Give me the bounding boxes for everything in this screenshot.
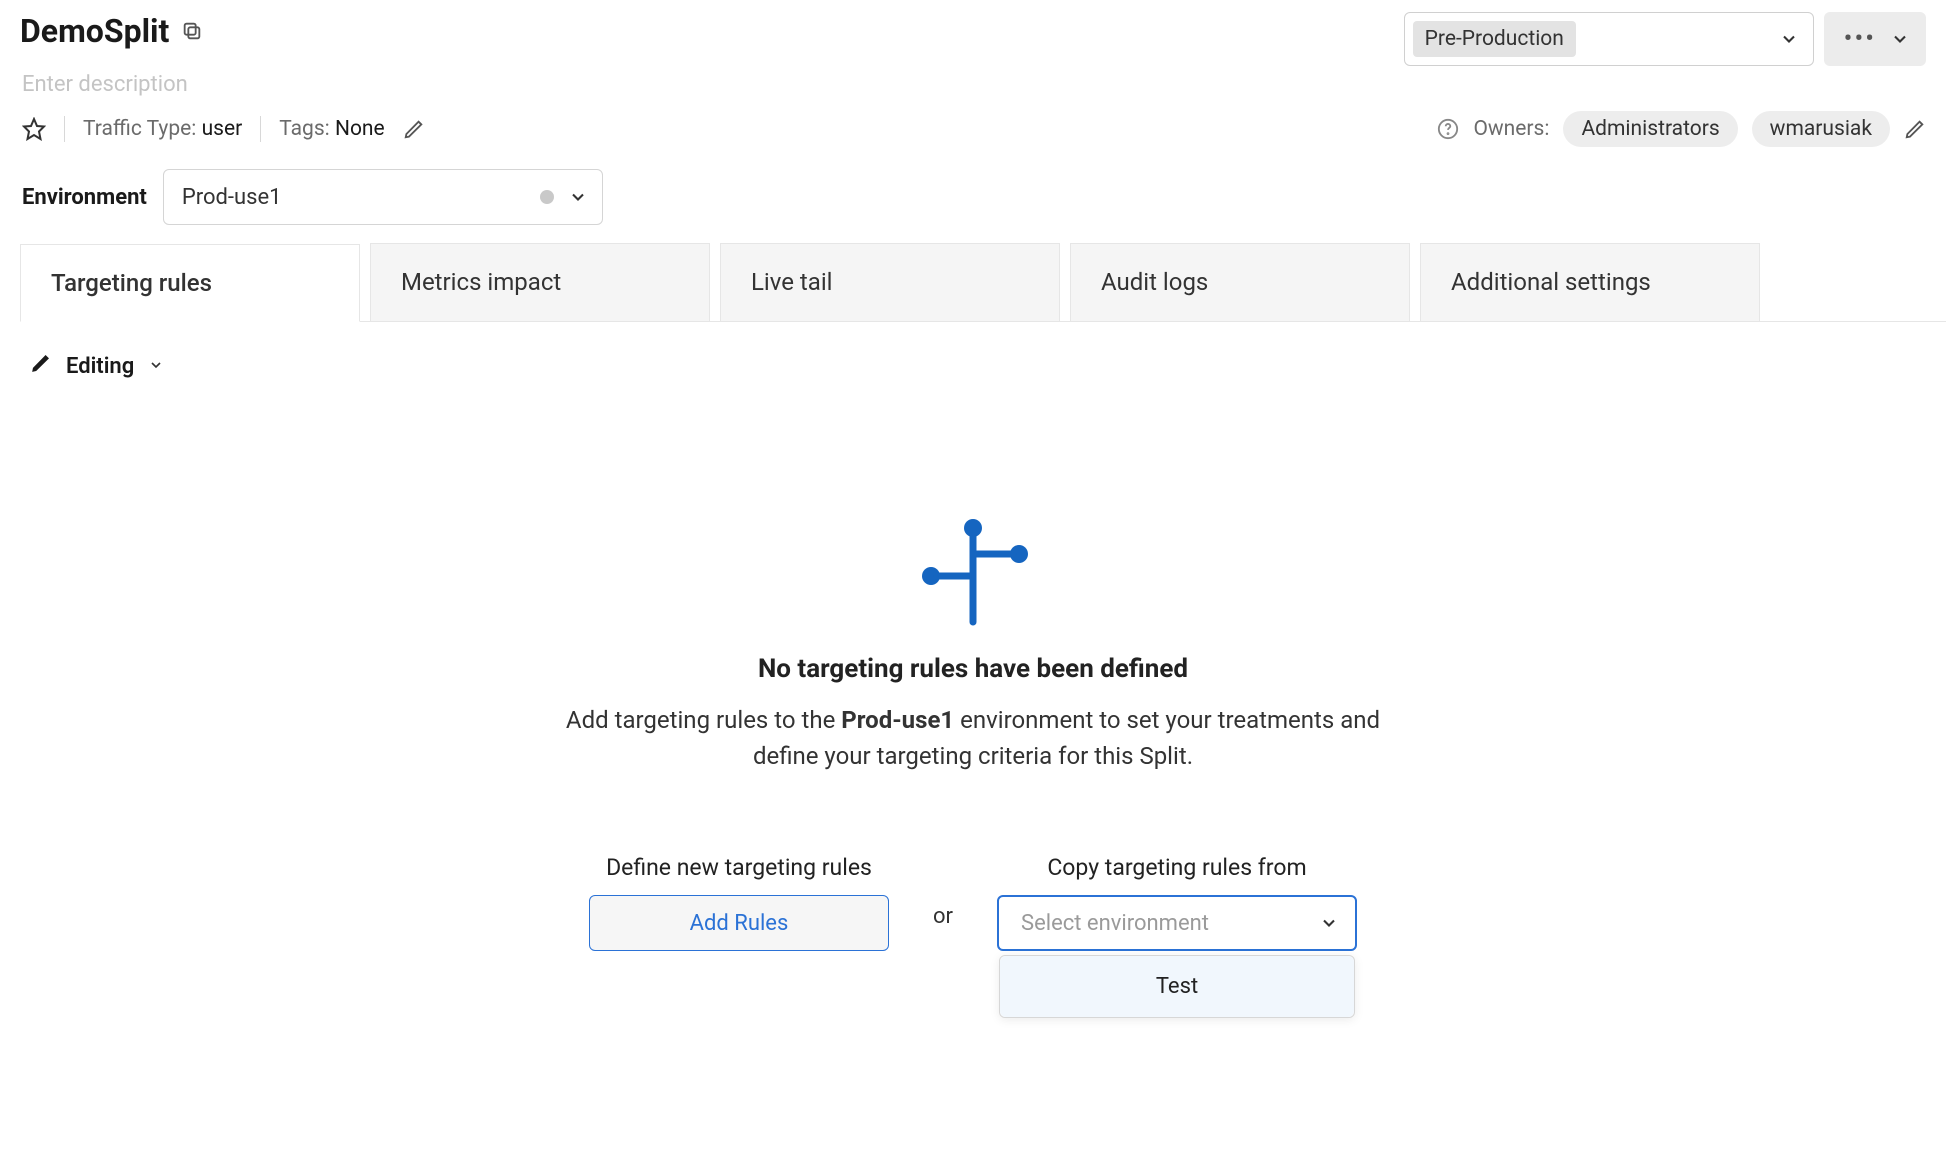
top-environment-badge: Pre-Production xyxy=(1413,21,1576,57)
dropdown-item-test[interactable]: Test xyxy=(1000,956,1354,1017)
top-environment-selector[interactable]: Pre-Production xyxy=(1404,12,1814,66)
define-rules-label: Define new targeting rules xyxy=(589,854,889,881)
chevron-down-icon xyxy=(1319,913,1339,933)
tab-targeting-rules[interactable]: Targeting rules xyxy=(20,244,360,322)
branch-icon xyxy=(913,510,1033,630)
pencil-icon[interactable] xyxy=(1904,118,1926,140)
star-icon[interactable] xyxy=(22,117,46,141)
select-environment-placeholder: Select environment xyxy=(1021,911,1209,936)
tab-metrics-impact[interactable]: Metrics impact xyxy=(370,243,710,321)
copy-rules-label: Copy targeting rules from xyxy=(997,854,1357,881)
traffic-type: Traffic Type: user xyxy=(83,117,242,141)
environment-dropdown[interactable]: Prod-use1 xyxy=(163,169,603,225)
page-title: DemoSplit xyxy=(20,12,169,50)
pencil-icon xyxy=(30,352,52,380)
tags: Tags: None xyxy=(279,117,384,141)
chevron-down-icon xyxy=(568,187,588,207)
pencil-icon[interactable] xyxy=(403,118,425,140)
tab-live-tail[interactable]: Live tail xyxy=(720,243,1060,321)
divider xyxy=(260,116,261,142)
description-input[interactable]: Enter description xyxy=(0,66,1946,107)
empty-state-title: No targeting rules have been defined xyxy=(758,654,1188,684)
editing-label: Editing xyxy=(66,354,134,379)
ellipsis-icon: ••• xyxy=(1844,26,1876,52)
chevron-down-icon xyxy=(148,354,164,379)
or-separator: or xyxy=(933,904,953,929)
tabs: Targeting rules Metrics impact Live tail… xyxy=(20,243,1946,322)
chevron-down-icon xyxy=(1779,29,1799,49)
add-rules-button[interactable]: Add Rules xyxy=(589,895,889,951)
status-dot-icon xyxy=(540,190,554,204)
editing-mode-selector[interactable]: Editing xyxy=(0,322,1946,380)
owner-chip[interactable]: wmarusiak xyxy=(1752,111,1890,147)
environment-selected: Prod-use1 xyxy=(182,185,282,210)
copy-icon[interactable] xyxy=(181,20,203,42)
owners-label: Owners: xyxy=(1473,117,1549,141)
environment-dropdown-menu: Test xyxy=(999,955,1355,1018)
environment-label: Environment xyxy=(22,185,147,210)
chevron-down-icon xyxy=(1890,29,1910,49)
more-actions-button[interactable]: ••• xyxy=(1824,12,1926,66)
help-icon[interactable] xyxy=(1437,118,1459,140)
select-environment-dropdown[interactable]: Select environment Test xyxy=(997,895,1357,951)
owner-chip[interactable]: Administrators xyxy=(1563,111,1737,147)
divider xyxy=(64,116,65,142)
tab-audit-logs[interactable]: Audit logs xyxy=(1070,243,1410,321)
tab-additional-settings[interactable]: Additional settings xyxy=(1420,243,1760,321)
empty-state-subtitle: Add targeting rules to the Prod-use1 env… xyxy=(563,702,1383,774)
